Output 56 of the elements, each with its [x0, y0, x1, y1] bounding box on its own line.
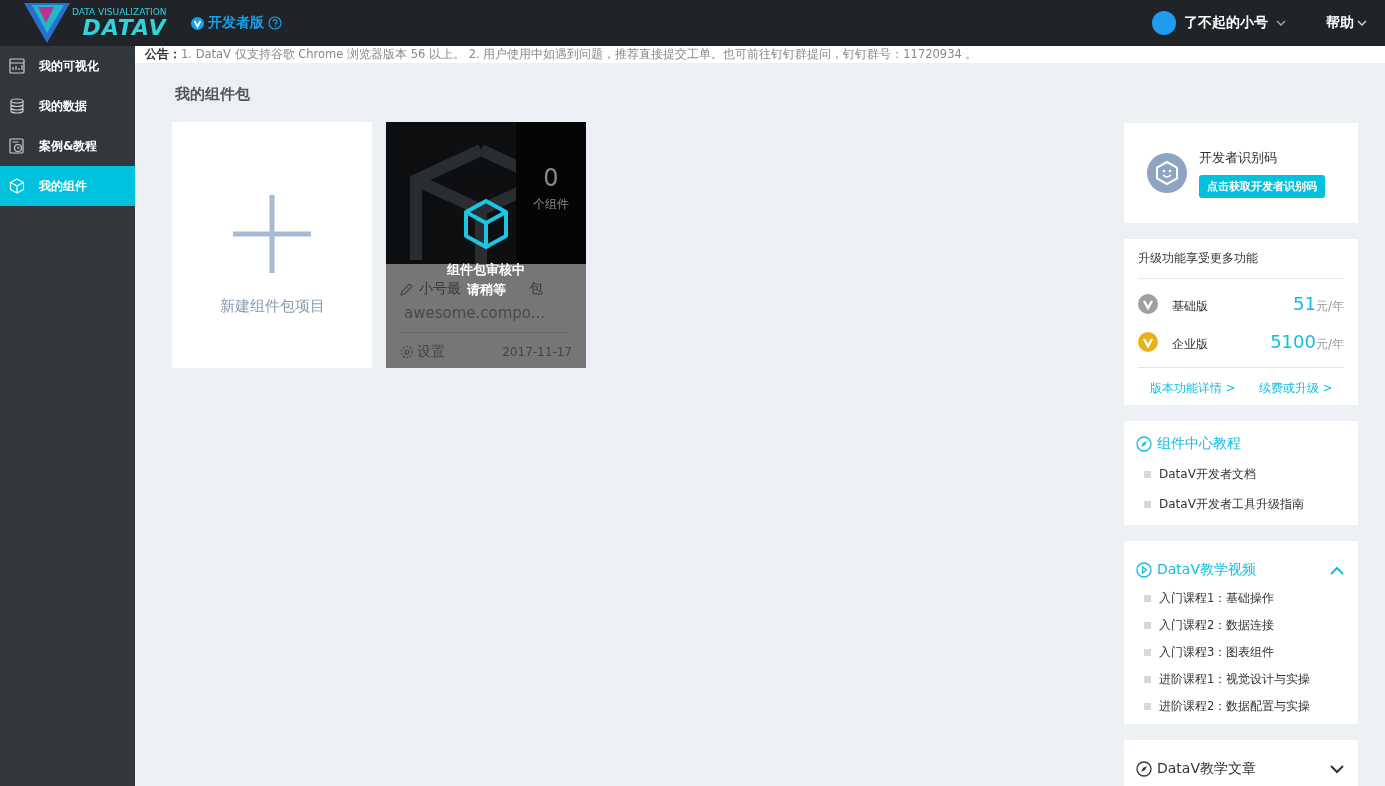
package-title-end: 包 — [529, 280, 543, 298]
sidebar-item[interactable]: 案例&教程 — [0, 126, 135, 166]
compass-icon — [1136, 761, 1152, 777]
section-title: 组件中心教程 — [1157, 435, 1242, 453]
video-link[interactable]: 入门课程2：数据连接 — [1136, 612, 1344, 639]
database-icon — [9, 98, 25, 114]
plus-icon — [233, 194, 311, 273]
section-title: DataV教学文章 — [1157, 760, 1257, 778]
tutorial-link[interactable]: DataV开发者工具升级指南 — [1136, 489, 1346, 519]
v-logo-icon — [190, 16, 204, 30]
avatar-icon — [1152, 11, 1176, 35]
sidebar-item[interactable]: 我的数据 — [0, 86, 135, 126]
logo-icon — [24, 3, 70, 43]
video-link[interactable]: 进阶课程1：视觉设计与实操 — [1136, 666, 1344, 693]
page-title: 我的组件包 — [175, 85, 251, 104]
developer-code-title: 开发者识别码 — [1199, 148, 1278, 167]
notice-text: 1. DataV 仅支持谷歌 Chrome 浏览器版本 56 以上。 2. 用户使用中如遇到问题，推荐直接提交工单。也可前往钉钉群提问，钉钉群号：11720934 。 — [181, 47, 978, 62]
logo-text: DATAV — [82, 16, 167, 39]
help-icon[interactable] — [267, 16, 282, 30]
chevron-down-icon — [1276, 20, 1286, 26]
chevron-down-icon — [1357, 20, 1367, 26]
settings-icon — [400, 345, 414, 359]
sidebar-item[interactable]: 我的可视化 — [0, 46, 135, 86]
dashboard-icon — [9, 58, 25, 74]
user-menu[interactable]: 了不起的小号 — [1152, 11, 1286, 35]
cube-icon — [9, 178, 25, 194]
price-unit: 元/年 — [1315, 298, 1344, 315]
section-title: DataV教学视频 — [1157, 561, 1257, 579]
document-clock-icon — [9, 138, 25, 154]
collapse-toggle[interactable] — [1330, 764, 1344, 774]
component-count: 0 — [543, 164, 559, 192]
new-package-label: 新建组件包项目 — [219, 296, 325, 316]
package-title: 小号最 — [419, 280, 461, 298]
plan-name: 企业版 — [1172, 336, 1209, 353]
count-label: 个组件 — [533, 196, 569, 213]
upgrade-title: 升级功能享受更多功能 — [1138, 251, 1344, 279]
plan-price: 51 — [1293, 292, 1316, 316]
robot-face-icon — [1147, 153, 1187, 193]
video-link[interactable]: 进阶课程2：数据配置与实操 — [1136, 693, 1344, 720]
video-link[interactable]: 入门课程3：图表组件 — [1136, 639, 1344, 666]
pencil-icon — [400, 282, 413, 296]
cube-icon — [462, 198, 510, 250]
notice-label: 公告： — [145, 46, 181, 63]
video-link[interactable]: 入门课程1：基础操作 — [1136, 585, 1344, 612]
tutorial-link[interactable]: DataV开发者文档 — [1136, 459, 1346, 489]
play-circle-icon — [1136, 562, 1152, 578]
edition-label: 开发者版 — [207, 14, 264, 32]
logo-caption: DATA VISUALIZATION — [72, 7, 167, 17]
price-unit: 元/年 — [1315, 336, 1344, 353]
plan-price: 5100 — [1270, 330, 1316, 354]
plan-name: 基础版 — [1172, 298, 1209, 315]
help-menu[interactable]: 帮助 — [1326, 14, 1367, 32]
review-wait-text: 请稍等 — [466, 281, 506, 299]
review-status: 组件包审核中 — [447, 261, 525, 279]
collapse-toggle[interactable] — [1330, 565, 1344, 575]
compass-icon — [1136, 436, 1152, 452]
